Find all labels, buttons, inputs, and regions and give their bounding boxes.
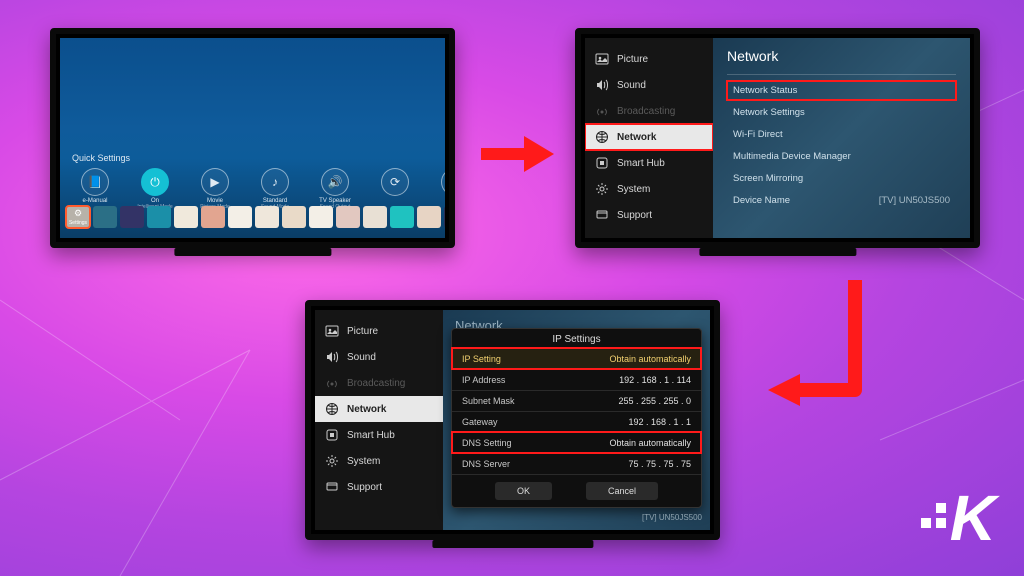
- device-name-value: [TV] UN50JS500: [642, 513, 702, 522]
- book-icon: 📘: [81, 168, 109, 196]
- row-gateway[interactable]: Gateway192 . 168 . 1 . 1: [452, 411, 701, 432]
- row-dns-server[interactable]: DNS Server75 . 75 . 75 . 75: [452, 453, 701, 474]
- sidebar-item-picture[interactable]: Picture: [315, 318, 443, 344]
- sidebar-item-network[interactable]: Network: [315, 396, 443, 422]
- opt-network-settings[interactable]: Network Settings: [727, 103, 956, 122]
- arrow-down-left-icon: [760, 280, 880, 440]
- row-dns-setting[interactable]: DNS SettingObtain automatically: [452, 432, 701, 453]
- picture-icon: [325, 324, 339, 338]
- arrow-right-icon: [476, 130, 556, 178]
- qs-item-subtitle[interactable]: CCOffSubtitle: [432, 168, 445, 210]
- sidebar-item-sound[interactable]: Sound: [585, 72, 713, 98]
- sidebar-item-system[interactable]: System: [585, 176, 713, 202]
- opt-multimedia[interactable]: Multimedia Device Manager: [727, 147, 956, 166]
- qs-item-emanual[interactable]: 📘e-Manual: [72, 168, 118, 210]
- tile[interactable]: [417, 206, 441, 228]
- smarthub-icon: [595, 156, 609, 170]
- tile[interactable]: [444, 206, 445, 228]
- cancel-button[interactable]: Cancel: [586, 482, 658, 500]
- globe-icon: [325, 402, 339, 416]
- qs-item-sound-output[interactable]: 🔊TV SpeakerSound Output: [312, 168, 358, 210]
- panel-title: Network: [727, 48, 956, 64]
- sidebar-item-smarthub[interactable]: Smart Hub: [585, 150, 713, 176]
- quick-settings-row: 📘e-Manual ⏻OnIntelligent Mode ▶MoviePict…: [72, 168, 445, 210]
- tile[interactable]: [309, 206, 333, 228]
- speaker-icon: 🔊: [321, 168, 349, 196]
- qs-item-picture-mode[interactable]: ▶MoviePicture Mode: [192, 168, 238, 210]
- tile[interactable]: [336, 206, 360, 228]
- opt-wifi-direct[interactable]: Wi-Fi Direct: [727, 125, 956, 144]
- sidebar-item-support[interactable]: Support: [315, 474, 443, 500]
- sidebar-item-network[interactable]: Network: [585, 124, 713, 150]
- settings-sidebar: Picture Sound Broadcasting Network Smart…: [585, 38, 713, 238]
- quick-settings-label: Quick Settings: [72, 153, 130, 163]
- tv1-screen: Quick Settings 📘e-Manual ⏻OnIntelligent …: [60, 38, 445, 238]
- tile[interactable]: [282, 206, 306, 228]
- gear-icon: [595, 182, 609, 196]
- sidebar-item-broadcasting: Broadcasting: [585, 98, 713, 124]
- dialog-title: IP Settings: [452, 329, 701, 348]
- smarthub-icon: [325, 428, 339, 442]
- qs-item-intelligent[interactable]: ⏻OnIntelligent Mode: [132, 168, 178, 210]
- logo-letter: K: [950, 486, 996, 550]
- sidebar-item-support[interactable]: Support: [585, 202, 713, 228]
- note-icon: ♪: [261, 168, 289, 196]
- play-icon: ▶: [201, 168, 229, 196]
- opt-network-status[interactable]: Network Status: [727, 81, 956, 100]
- tile[interactable]: [201, 206, 225, 228]
- dialog-buttons: OK Cancel: [452, 474, 701, 507]
- support-icon: [595, 208, 609, 222]
- tv-step3: Picture Sound Broadcasting Network Smart…: [305, 300, 720, 540]
- gear-icon: [325, 454, 339, 468]
- sound-icon: [595, 78, 609, 92]
- sidebar-item-broadcasting: Broadcasting: [315, 370, 443, 396]
- support-icon: [325, 480, 339, 494]
- tile[interactable]: [390, 206, 414, 228]
- opt-device-name[interactable]: Device Name[TV] UN50JS500: [727, 191, 956, 210]
- brand-logo: K: [921, 486, 996, 550]
- tv-step2: Picture Sound Broadcasting Network Smart…: [575, 28, 980, 248]
- broadcast-icon: [595, 104, 609, 118]
- power-icon: ⏻: [141, 168, 169, 196]
- settings-sidebar: Picture Sound Broadcasting Network Smart…: [315, 310, 443, 530]
- picture-icon: [595, 52, 609, 66]
- sound-icon: [325, 350, 339, 364]
- settings-tile[interactable]: ⚙ Settings: [66, 206, 90, 228]
- row-ip-address[interactable]: IP Address192 . 168 . 1 . 114: [452, 369, 701, 390]
- tv2-screen: Picture Sound Broadcasting Network Smart…: [585, 38, 970, 238]
- broadcast-icon: [325, 376, 339, 390]
- row-ip-setting[interactable]: IP SettingObtain automatically: [452, 348, 701, 369]
- tv3-screen: Picture Sound Broadcasting Network Smart…: [315, 310, 710, 530]
- tile[interactable]: [255, 206, 279, 228]
- qs-item-sound-mode[interactable]: ♪StandardSound Mode: [252, 168, 298, 210]
- ip-settings-dialog: IP Settings IP SettingObtain automatical…: [451, 328, 702, 508]
- cc-icon: CC: [441, 168, 445, 196]
- tile[interactable]: [147, 206, 171, 228]
- settings-tile-label: Settings: [69, 220, 87, 226]
- sidebar-item-picture[interactable]: Picture: [585, 46, 713, 72]
- opt-screen-mirroring[interactable]: Screen Mirroring: [727, 169, 956, 188]
- launcher-row: ⚙ Settings: [66, 206, 445, 228]
- logo-dots-icon: [921, 503, 946, 528]
- gear-icon: ⚙: [74, 208, 82, 219]
- refresh-icon: ⟳: [381, 168, 409, 196]
- globe-icon: [595, 130, 609, 144]
- tile[interactable]: [93, 206, 117, 228]
- tile[interactable]: [174, 206, 198, 228]
- ok-button[interactable]: OK: [495, 482, 552, 500]
- tile[interactable]: [120, 206, 144, 228]
- tile[interactable]: [363, 206, 387, 228]
- row-subnet-mask[interactable]: Subnet Mask255 . 255 . 255 . 0: [452, 390, 701, 411]
- tv-step1: Quick Settings 📘e-Manual ⏻OnIntelligent …: [50, 28, 455, 248]
- network-panel: Network Network Status Network Settings …: [713, 38, 970, 238]
- sidebar-item-smarthub[interactable]: Smart Hub: [315, 422, 443, 448]
- divider: [727, 74, 956, 75]
- tile[interactable]: [228, 206, 252, 228]
- network-panel: Network IP Settings IP SettingObtain aut…: [443, 310, 710, 530]
- qs-item-extra[interactable]: ⟳: [372, 168, 418, 210]
- sidebar-item-sound[interactable]: Sound: [315, 344, 443, 370]
- sidebar-item-system[interactable]: System: [315, 448, 443, 474]
